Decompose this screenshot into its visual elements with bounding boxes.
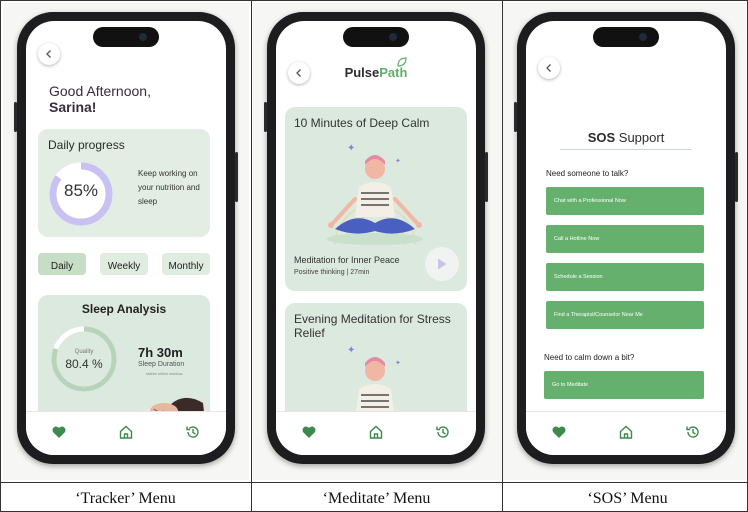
- camera-notch: [343, 27, 409, 47]
- caption-meditate: ‘Meditate’ Menu: [322, 490, 431, 507]
- meditating-person-illustration: ✦ ✦: [327, 143, 423, 246]
- home-icon[interactable]: [367, 423, 385, 441]
- back-button[interactable]: [38, 43, 60, 65]
- play-button[interactable]: [425, 247, 459, 281]
- svg-text:✦: ✦: [395, 359, 401, 367]
- brand-name-part2: Path: [379, 65, 408, 80]
- camera-notch: [93, 27, 159, 47]
- meditation-card-meta: Positive thinking | 27min: [294, 269, 370, 276]
- greeting-text: Good Afternoon,: [49, 83, 151, 99]
- svg-text:✦: ✦: [395, 157, 401, 165]
- bottom-tab-bar: [276, 411, 476, 455]
- daily-progress-title: Daily progress: [48, 138, 125, 152]
- caption-sos: ‘SOS’ Menu: [587, 490, 668, 507]
- period-daily-button[interactable]: Daily: [38, 253, 86, 275]
- chevron-left-icon: [46, 50, 51, 58]
- home-icon[interactable]: [117, 423, 135, 441]
- bottom-tab-bar: [26, 411, 226, 455]
- find-therapist-button[interactable]: Find a Therapist/Counselor Near Me: [546, 301, 704, 329]
- camera-notch: [593, 27, 659, 47]
- heart-icon[interactable]: [50, 423, 68, 441]
- progress-message: Keep working on your nutrition and sleep: [138, 169, 200, 206]
- meditation-card-title: Evening Meditation for Stress Relief: [294, 312, 451, 340]
- app-logo: PulsePath: [276, 65, 476, 80]
- progress-value: 85%: [63, 181, 99, 200]
- page-title-rest: Support: [615, 130, 665, 145]
- sleep-quality-value: 80.4 %: [65, 357, 103, 371]
- page-title-bold: SOS: [587, 130, 616, 145]
- sleep-quality-label: Quality: [74, 349, 94, 355]
- sleep-duration-value: 7h 30m: [138, 345, 183, 360]
- meditation-card-title: 10 Minutes of Deep Calm: [294, 116, 430, 130]
- leaf-icon: [397, 57, 407, 67]
- talk-question: Need someone to talk?: [546, 169, 629, 178]
- heart-icon[interactable]: [300, 423, 318, 441]
- brand-name-part1: Pulse: [344, 65, 380, 80]
- sleep-analysis-card[interactable]: Sleep Analysis Quality 80.4 % 7h 30m Sle…: [38, 295, 210, 425]
- sos-screen: SOS Support Need someone to talk? Chat w…: [526, 21, 726, 455]
- history-icon[interactable]: [434, 423, 452, 441]
- user-name: Sarina!: [49, 99, 97, 115]
- divider: [560, 149, 692, 150]
- row-divider: [1, 482, 748, 483]
- chat-professional-button[interactable]: Chat with a Professional Now: [546, 187, 704, 215]
- schedule-session-button[interactable]: Schedule a Session: [546, 263, 704, 291]
- svg-text:✦: ✦: [347, 143, 355, 154]
- caption-tracker: ‘Tracker’ Menu: [75, 490, 176, 507]
- phone-sos: SOS Support Need someone to talk? Chat w…: [514, 12, 738, 464]
- sleep-duration-label: Sleep Duration: [138, 361, 185, 368]
- go-to-meditate-button[interactable]: Go to Meditate: [544, 371, 704, 399]
- history-icon[interactable]: [684, 423, 702, 441]
- bottom-tab-bar: [526, 411, 726, 455]
- calm-question: Need to calm down a bit?: [544, 353, 635, 362]
- meditation-card[interactable]: 10 Minutes of Deep Calm ✦ ✦ Meditation f…: [285, 107, 467, 291]
- period-selector: Daily Weekly Monthly: [38, 253, 210, 275]
- back-button[interactable]: [538, 57, 560, 79]
- page-title: SOS Support: [526, 130, 726, 145]
- heart-icon[interactable]: [550, 423, 568, 441]
- meditate-screen: PulsePath 10 Minutes of Deep Calm ✦ ✦ Me…: [276, 21, 476, 455]
- sleep-analysis-title: Sleep Analysis: [81, 302, 167, 316]
- call-hotline-button[interactable]: Call a Hotline Now: [546, 225, 704, 253]
- tracker-screen: Good Afternoon, Sarina! Daily progress 8…: [26, 21, 226, 455]
- sleep-duration-note: stable within window: [146, 371, 183, 376]
- play-icon: [438, 258, 447, 270]
- period-weekly-button[interactable]: Weekly: [100, 253, 148, 275]
- svg-text:✦: ✦: [347, 345, 355, 356]
- period-monthly-button[interactable]: Monthly: [162, 253, 210, 275]
- daily-progress-card[interactable]: Daily progress 85% Keep working on your …: [38, 129, 210, 237]
- home-icon[interactable]: [617, 423, 635, 441]
- meditation-card-subtitle: Meditation for Inner Peace: [294, 255, 400, 265]
- phone-meditate: PulsePath 10 Minutes of Deep Calm ✦ ✦ Me…: [264, 12, 488, 464]
- column-divider: [502, 1, 503, 512]
- column-divider: [251, 1, 252, 512]
- chevron-left-icon: [546, 64, 551, 72]
- greeting: Good Afternoon, Sarina!: [49, 83, 151, 115]
- history-icon[interactable]: [184, 423, 202, 441]
- phone-tracker: Good Afternoon, Sarina! Daily progress 8…: [14, 12, 238, 464]
